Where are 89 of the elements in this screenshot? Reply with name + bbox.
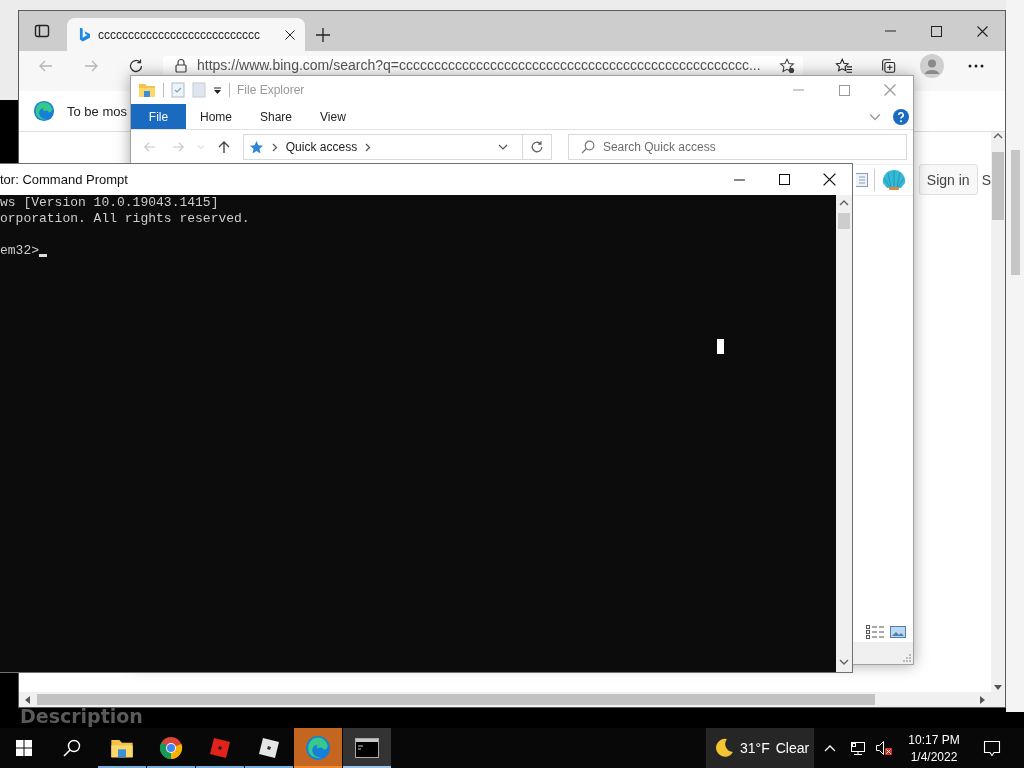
ribbon-tab[interactable]: Home	[186, 104, 246, 129]
search-icon	[580, 140, 595, 154]
avatar-icon	[920, 53, 944, 78]
properties-icon[interactable]	[171, 82, 185, 98]
add-favorite-icon[interactable]	[779, 57, 795, 74]
close-icon	[823, 173, 836, 186]
quick-access-folder-icon	[138, 81, 156, 99]
notification-icon	[983, 739, 1001, 757]
weather-condition: Clear	[775, 740, 810, 756]
chrome-icon	[159, 736, 183, 760]
up-arrow-icon	[216, 140, 231, 154]
maximize-icon	[838, 84, 850, 96]
text-cursor	[39, 254, 47, 257]
browser-tab[interactable]: ccccccccccccccccccccccccccc	[67, 18, 305, 51]
preview-pane-icon[interactable]	[856, 173, 868, 187]
search-icon	[63, 739, 81, 757]
maximize-icon	[779, 174, 790, 185]
clock-time: 10:17 PM	[908, 732, 960, 747]
console-line: ws [Version 10.0.19043.1415]	[0, 195, 220, 211]
address-bar[interactable]: https://www.bing.com/search?q=cccccccccccccccccccccccccccccccccccccccccccccccccc...	[163, 56, 803, 75]
sign-in-button[interactable]: Sign in	[918, 164, 978, 195]
scrollbar-thumb[interactable]	[838, 213, 850, 229]
star-icon	[248, 139, 264, 155]
refresh-icon	[529, 140, 544, 154]
vertical-scrollbar[interactable]	[991, 132, 1005, 692]
forward-arrow-icon	[170, 140, 185, 154]
scroll-right-icon	[977, 694, 987, 705]
refresh-icon	[128, 57, 144, 74]
console-prompt: em32>	[0, 243, 39, 259]
ribbon-tab[interactable]: View	[306, 104, 360, 129]
window-title: File Explorer	[237, 83, 305, 97]
taskbar-app-button[interactable]	[343, 728, 391, 768]
file-menu-button[interactable]: File	[131, 104, 186, 129]
minimize-icon	[884, 30, 896, 32]
moon-icon	[714, 738, 734, 758]
vertical-scrollbar[interactable]	[836, 195, 852, 672]
close-icon	[976, 25, 988, 37]
scroll-left-icon	[23, 694, 33, 705]
chevron-right-icon	[271, 142, 278, 152]
tab-actions-icon	[34, 23, 50, 39]
background-caption: Description	[20, 705, 143, 727]
details-view-icon[interactable]	[866, 625, 884, 639]
lock-icon	[175, 58, 187, 73]
breadcrumb-item[interactable]: Quick access	[285, 140, 358, 154]
minimize-icon	[734, 178, 745, 181]
mouse-cursor-block	[717, 339, 724, 354]
search-input[interactable]: Search Quick access	[602, 140, 906, 154]
horizontal-scrollbar[interactable]	[19, 692, 991, 707]
scrollbar-thumb[interactable]	[992, 152, 1004, 220]
customize-toolbar-icon[interactable]	[213, 85, 222, 95]
minimize-icon	[792, 89, 804, 91]
edge-logo-icon	[33, 100, 55, 122]
ribbon-tab[interactable]: Share	[246, 104, 307, 129]
chevron-up-icon	[824, 744, 836, 752]
cut-off-text: S	[981, 172, 991, 188]
address-bar[interactable]: Quick access	[242, 134, 552, 160]
chevron-right-icon	[365, 142, 372, 152]
plus-icon	[316, 27, 330, 42]
muted-speaker-icon	[875, 740, 893, 756]
clock-date: 1/4/2022	[910, 749, 958, 764]
bing-icon	[79, 26, 90, 43]
tab-title: ccccccccccccccccccccccccccc	[98, 27, 261, 42]
network-icon	[850, 740, 866, 756]
seashell-icon	[881, 168, 907, 192]
infobar-text: To be mos	[67, 103, 127, 119]
edge-logo-icon	[305, 735, 331, 761]
back-arrow-icon	[142, 140, 157, 154]
chevron-down-icon	[196, 143, 205, 151]
help-icon[interactable]	[893, 108, 909, 125]
weather-widget[interactable]: 31°F Clear	[706, 728, 814, 768]
search-field[interactable]: Search Quick access	[567, 134, 907, 160]
scrollbar-thumb[interactable]	[37, 694, 875, 705]
close-icon	[884, 84, 896, 96]
tab-close-icon	[285, 29, 295, 40]
more-icon	[968, 63, 984, 68]
console-line: orporation. All rights reserved.	[0, 211, 251, 227]
temperature: 31°F	[740, 740, 770, 756]
collections-icon	[880, 57, 896, 74]
terminal-icon	[355, 738, 379, 758]
url-text: https://www.bing.com/search?q=cccccccccccccccccccccccccccccccccccccccccccccccccc...	[197, 57, 762, 74]
windows-logo-icon	[16, 740, 32, 756]
large-icons-view-icon[interactable]	[890, 626, 906, 638]
resize-grip-icon[interactable]	[901, 652, 911, 662]
maximize-icon	[930, 25, 942, 37]
clock[interactable]: 10:17 PM 1/4/2022	[898, 728, 970, 768]
dropdown-icon	[497, 142, 508, 152]
scrollbar-thumb[interactable]	[1010, 150, 1020, 275]
favorites-icon	[835, 57, 853, 74]
window-title: tor: Command Prompt	[0, 172, 128, 187]
